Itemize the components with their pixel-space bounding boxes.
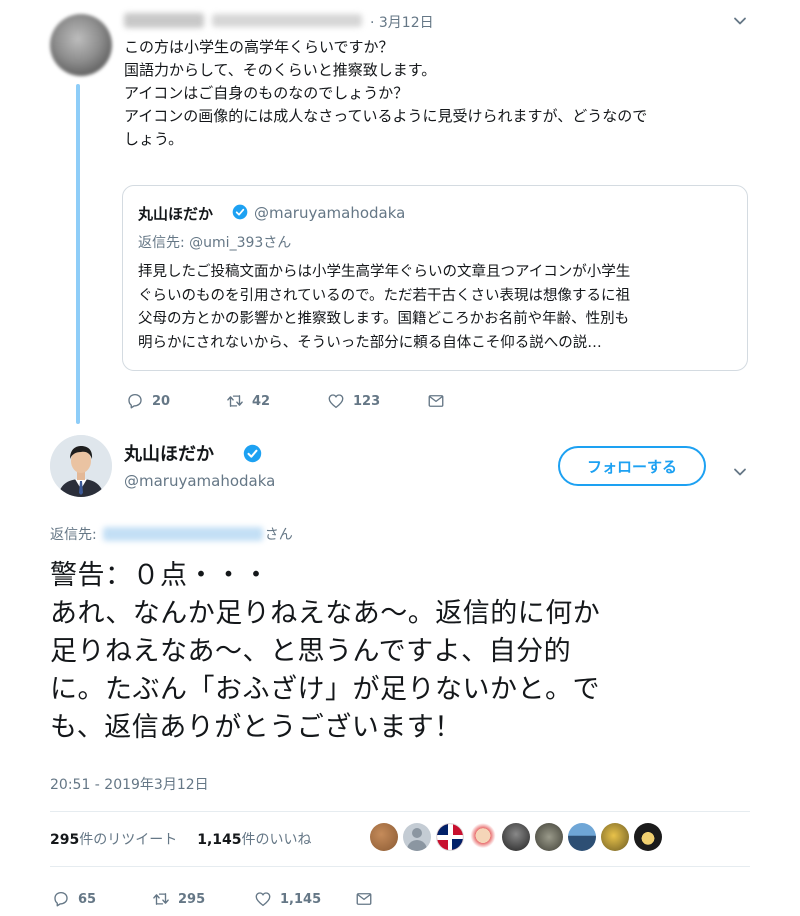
text-line: しょう。: [124, 130, 184, 148]
liker-avatar[interactable]: [634, 823, 662, 851]
chevron-down-icon[interactable]: [733, 14, 747, 28]
reply-to-line: 返信先: さん: [50, 524, 293, 544]
like-icon: [255, 892, 271, 907]
parent-handle-redacted[interactable]: [212, 14, 362, 27]
thread-line: [76, 84, 80, 424]
quoted-tweet-text: 拝見したご投稿文面からは小学生高学年ぐらいの文章且つアイコンが小学生 ぐらいのも…: [138, 261, 738, 355]
reply-to-suffix: さん: [264, 527, 293, 543]
like-count: 123: [353, 393, 381, 409]
text-line: 足りねえなあ～、と思うんですよ、自分的: [50, 636, 572, 667]
retweet-icon: [227, 395, 243, 407]
profile-photo: [50, 435, 112, 497]
text-line: 父母の方とかの影響かと推察致します。国籍どころかお名前や年齢、性別も: [138, 311, 630, 327]
main-author-handle[interactable]: @maruyamahodaka: [124, 472, 275, 490]
reply-icon: [128, 393, 142, 409]
text-line: 国語力からして、そのくらいと推察致します。: [124, 61, 437, 79]
retweet-stat[interactable]: 295件のリツイート: [50, 829, 177, 849]
tweet-timestamp[interactable]: 20:51 - 2019年3月12日: [50, 774, 209, 794]
liker-avatar[interactable]: [568, 823, 596, 851]
quoted-reply-to: 返信先: @umi_393さん: [138, 235, 292, 251]
retweet-icon: [153, 893, 169, 905]
retweet-count: 295: [178, 891, 206, 907]
liker-avatar[interactable]: [403, 823, 431, 851]
verified-icon: [243, 444, 262, 463]
dm-button[interactable]: [355, 890, 373, 908]
reply-button[interactable]: 65: [52, 890, 96, 908]
main-tweet-text: 警告：０点・・・ あれ、なんか足りねえなあ～。返信的に何か 足りねえなあ～、と思…: [50, 557, 770, 747]
liker-avatar[interactable]: [535, 823, 563, 851]
parent-tweet-text: この方は小学生の高学年くらいですか？ 国語力からして、そのくらいと推察致します。…: [124, 36, 744, 151]
text-line: に。たぶん「おふざけ」が足りないかと。で: [50, 674, 600, 705]
liker-avatar[interactable]: [370, 823, 398, 851]
quoted-author-handle[interactable]: @maruyamahodaka: [254, 204, 405, 222]
divider: [50, 866, 750, 867]
quoted-author-name[interactable]: 丸山ほだか: [138, 203, 213, 224]
dm-button[interactable]: [427, 392, 445, 410]
main-avatar[interactable]: [50, 435, 112, 497]
retweet-button[interactable]: 42: [226, 392, 270, 410]
parent-date[interactable]: · 3月12日: [370, 12, 434, 32]
retweet-button[interactable]: 295: [152, 890, 205, 908]
like-stat[interactable]: 1,145件のいいね: [197, 829, 311, 849]
reply-button[interactable]: 20: [126, 392, 170, 410]
reply-to-label: 返信先:: [50, 527, 97, 543]
engagement-stats: 295件のリツイート 1,145件のいいね: [50, 829, 312, 849]
chevron-down-icon[interactable]: [733, 465, 747, 479]
reply-count: 20: [152, 393, 171, 409]
text-line: 警告：０点・・・: [50, 560, 270, 591]
like-button[interactable]: 123: [327, 392, 380, 410]
like-icon: [328, 394, 344, 409]
liker-avatar[interactable]: [469, 823, 497, 851]
parent-name-redacted[interactable]: [124, 13, 204, 28]
liker-avatar[interactable]: [436, 823, 464, 851]
text-line: 拝見したご投稿文面からは小学生高学年ぐらいの文章且つアイコンが小学生: [138, 264, 631, 280]
text-line: ぐらいのものを引用されているので。ただ若干古くさい表現は想像するに祖: [138, 287, 630, 304]
like-count: 1,145: [280, 891, 322, 907]
retweet-count: 42: [252, 393, 271, 409]
text-line: この方は小学生の高学年くらいですか？: [124, 38, 394, 56]
text-line: も、返信ありがとうございます！: [50, 712, 462, 743]
dm-icon: [356, 893, 372, 905]
like-button[interactable]: 1,145: [254, 890, 321, 908]
divider: [50, 811, 750, 812]
dm-icon: [428, 395, 444, 407]
text-line: 明らかにされないから、そういった部分に頼る自体こそ仰る説への説…: [138, 334, 602, 351]
liker-avatar[interactable]: [601, 823, 629, 851]
text-line: アイコンはご自身のものなのでしょうか？: [124, 84, 409, 102]
liker-avatars: [370, 823, 662, 851]
text-line: あれ、なんか足りねえなあ～。返信的に何か: [50, 598, 601, 629]
reply-to-handle-redacted[interactable]: [102, 527, 263, 541]
text-line: アイコンの画像的には成人なさっているように見受けられますが、どうなので: [124, 107, 648, 125]
parent-avatar[interactable]: [50, 14, 112, 76]
liker-avatar[interactable]: [502, 823, 530, 851]
reply-icon: [54, 891, 68, 907]
follow-button[interactable]: フォローする: [558, 446, 706, 486]
main-author-name[interactable]: 丸山ほだか: [124, 440, 214, 466]
verified-icon: [232, 204, 248, 220]
reply-count: 65: [78, 891, 97, 907]
